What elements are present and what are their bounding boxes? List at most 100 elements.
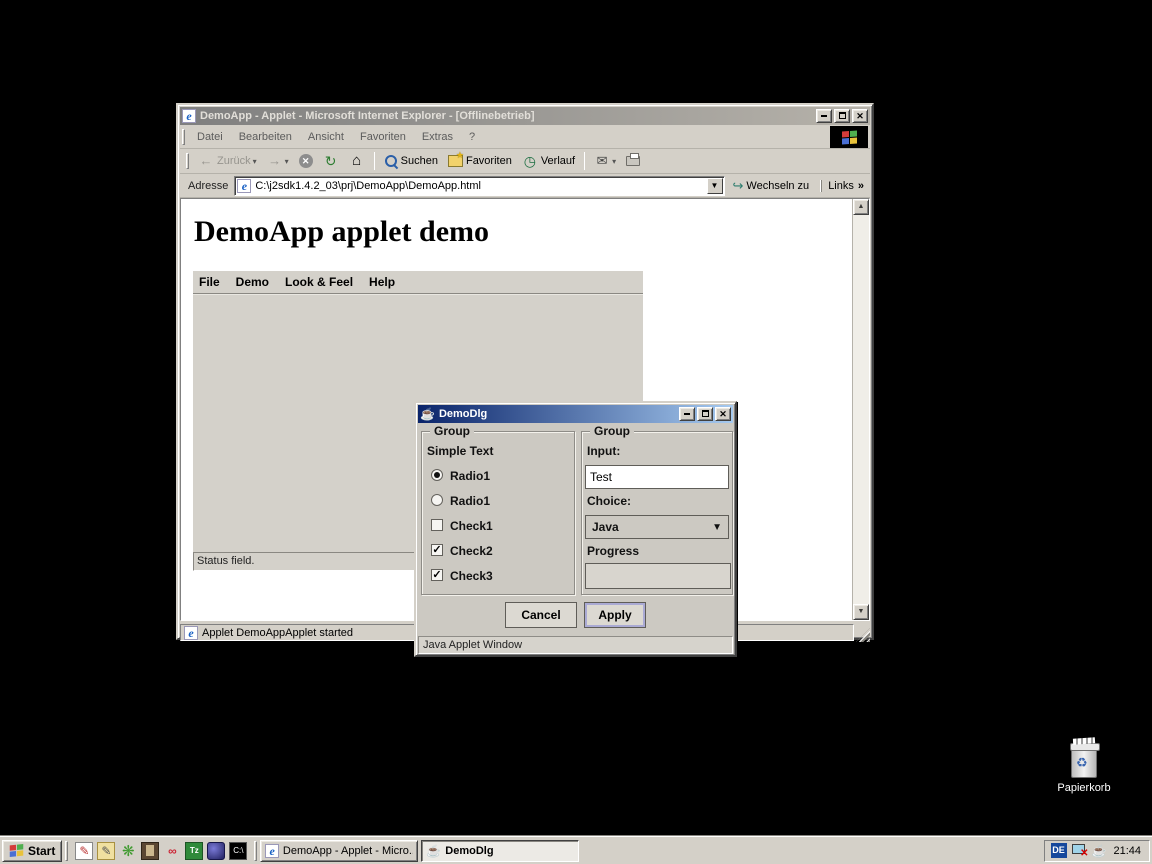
applet-status-icon: e — [184, 626, 198, 640]
maximize-button[interactable] — [834, 109, 850, 123]
minimize-icon — [821, 115, 827, 117]
choice-value: Java — [592, 520, 619, 534]
scroll-down-button[interactable]: ▼ — [853, 604, 869, 620]
recycle-bin[interactable]: ♻ Papierkorb — [1048, 746, 1120, 794]
history-button[interactable]: ◷ Verlauf — [517, 151, 580, 171]
check1-label[interactable]: Check1 — [450, 519, 493, 533]
mail-dropdown-icon[interactable]: ▾ — [612, 157, 616, 166]
start-button[interactable]: Start — [2, 840, 62, 862]
system-tray: DE ✕ ☕ 21:44 — [1044, 840, 1150, 862]
forward-button[interactable]: → ▾ — [262, 151, 294, 171]
quick-launch-bar: ✎ ✎ ❋ ∞ Tz C:\ — [71, 842, 251, 860]
minimize-button[interactable] — [816, 109, 832, 123]
dialog-close-button[interactable]: ✕ — [715, 407, 731, 421]
forward-arrow-icon: → — [267, 153, 283, 169]
network-disconnected-icon[interactable]: ✕ — [1072, 844, 1087, 857]
check2-label[interactable]: Check2 — [450, 544, 493, 558]
recycle-bin-icon[interactable]: ♻ — [1071, 746, 1097, 778]
java-task-icon: ☕ — [426, 844, 441, 858]
taskbar-handle[interactable] — [65, 841, 68, 861]
apply-button[interactable]: Apply — [584, 602, 646, 628]
radio2-unselected[interactable] — [431, 494, 443, 506]
input-field[interactable] — [585, 465, 729, 489]
menu-bearbeiten[interactable]: Bearbeiten — [231, 128, 300, 146]
menu-hilfe[interactable]: ? — [461, 128, 483, 146]
demodlg-title: DemoDlg — [439, 408, 677, 420]
links-chevron-icon: » — [858, 180, 864, 192]
go-arrow-icon: ↪ — [733, 178, 744, 194]
close-button[interactable]: ✕ — [852, 109, 868, 123]
radio1-selected[interactable] — [431, 469, 443, 481]
search-icon — [384, 154, 398, 168]
check3-checkbox[interactable]: ✓ — [431, 569, 443, 581]
ie-titlebar[interactable]: e DemoApp - Applet - Microsoft Internet … — [180, 107, 870, 125]
radio2-label[interactable]: Radio1 — [450, 494, 490, 508]
ie-addressbar: Adresse e C:\j2sdk1.4.2_03\prj\DemoApp\D… — [180, 174, 870, 198]
links-bar[interactable]: Links » — [821, 180, 868, 192]
red-x-icon: ✕ — [1080, 848, 1088, 859]
start-windows-logo-icon — [10, 844, 24, 857]
address-dropdown-button[interactable]: ▼ — [707, 178, 723, 194]
favorites-button[interactable]: Favoriten — [443, 153, 517, 169]
cancel-button[interactable]: Cancel — [505, 602, 577, 628]
quicklaunch-shapes-icon[interactable]: ∞ — [163, 842, 181, 860]
page-title: DemoApp applet demo — [194, 215, 852, 249]
address-input[interactable]: e C:\j2sdk1.4.2_03\prj\DemoApp\DemoApp.h… — [234, 176, 724, 196]
applet-menu-lookandfeel[interactable]: Look & Feel — [285, 275, 353, 289]
menubar-grab-handle[interactable] — [182, 129, 185, 145]
quicklaunch-editor-icon[interactable]: ✎ — [75, 842, 93, 860]
demodlg-titlebar[interactable]: ☕ DemoDlg ✕ — [418, 405, 733, 423]
radio1-label[interactable]: Radio1 — [450, 469, 490, 483]
language-indicator[interactable]: DE — [1051, 843, 1067, 858]
applet-menubar: File Demo Look & Feel Help — [193, 271, 643, 294]
back-button[interactable]: ← Zurück ▾ — [193, 151, 262, 171]
stop-button[interactable]: ✕ — [294, 152, 318, 170]
refresh-icon: ↻ — [323, 153, 339, 169]
dialog-maximize-button[interactable] — [697, 407, 713, 421]
task-button-demodlg[interactable]: ☕ DemoDlg — [421, 840, 579, 862]
back-arrow-icon: ← — [198, 153, 214, 169]
task-button-demoapp[interactable]: e DemoApp - Applet - Micro... — [260, 840, 418, 862]
scroll-up-button[interactable]: ▲ — [853, 199, 869, 215]
history-icon: ◷ — [522, 153, 538, 169]
forward-dropdown-icon[interactable]: ▾ — [285, 157, 289, 166]
search-button[interactable]: Suchen — [379, 152, 443, 170]
home-button[interactable]: ⌂ — [344, 151, 370, 171]
applet-menu-demo[interactable]: Demo — [236, 275, 269, 289]
vertical-scrollbar[interactable]: ▲ ▼ — [852, 199, 869, 620]
tray-java-icon[interactable]: ☕ — [1092, 844, 1107, 858]
progress-label: Progress — [587, 544, 639, 558]
back-dropdown-icon[interactable]: ▾ — [253, 157, 257, 166]
taskbar-clock[interactable]: 21:44 — [1111, 845, 1143, 857]
check3-label[interactable]: Check3 — [450, 569, 493, 583]
applet-menu-file[interactable]: File — [199, 275, 220, 289]
quicklaunch-notes-icon[interactable]: ✎ — [97, 842, 115, 860]
quicklaunch-terminal-green-icon[interactable]: Tz — [185, 842, 203, 860]
status-text: Applet DemoAppApplet started — [202, 627, 353, 639]
check2-checkbox[interactable]: ✓ — [431, 544, 443, 556]
menu-extras[interactable]: Extras — [414, 128, 461, 146]
dialog-minimize-button[interactable] — [679, 407, 695, 421]
menu-ansicht[interactable]: Ansicht — [300, 128, 352, 146]
print-button[interactable] — [621, 154, 645, 168]
toolbar-grab-handle[interactable] — [186, 153, 189, 169]
quicklaunch-console-icon[interactable]: C:\ — [229, 842, 247, 860]
resize-grip[interactable] — [856, 628, 870, 642]
mail-button[interactable]: ✉ ▾ — [589, 151, 621, 171]
taskbar-handle[interactable] — [254, 841, 257, 861]
address-value[interactable]: C:\j2sdk1.4.2_03\prj\DemoApp\DemoApp.htm… — [255, 180, 706, 192]
search-label: Suchen — [401, 155, 438, 167]
go-button[interactable]: ↪ Wechseln zu — [725, 178, 818, 194]
choice-dropdown[interactable]: Java ▼ — [585, 515, 729, 539]
check1-checkbox[interactable] — [431, 519, 443, 531]
refresh-button[interactable]: ↻ — [318, 151, 344, 171]
applet-menu-help[interactable]: Help — [369, 275, 395, 289]
menu-datei[interactable]: Datei — [189, 128, 231, 146]
quicklaunch-book-icon[interactable] — [141, 842, 159, 860]
menu-favoriten[interactable]: Favoriten — [352, 128, 414, 146]
recycle-bin-label[interactable]: Papierkorb — [1048, 782, 1120, 794]
quicklaunch-bug-icon[interactable]: ❋ — [119, 842, 137, 860]
ie-title: DemoApp - Applet - Microsoft Internet Ex… — [200, 110, 814, 122]
desktop: e DemoApp - Applet - Microsoft Internet … — [0, 0, 1152, 864]
quicklaunch-globe-icon[interactable] — [207, 842, 225, 860]
